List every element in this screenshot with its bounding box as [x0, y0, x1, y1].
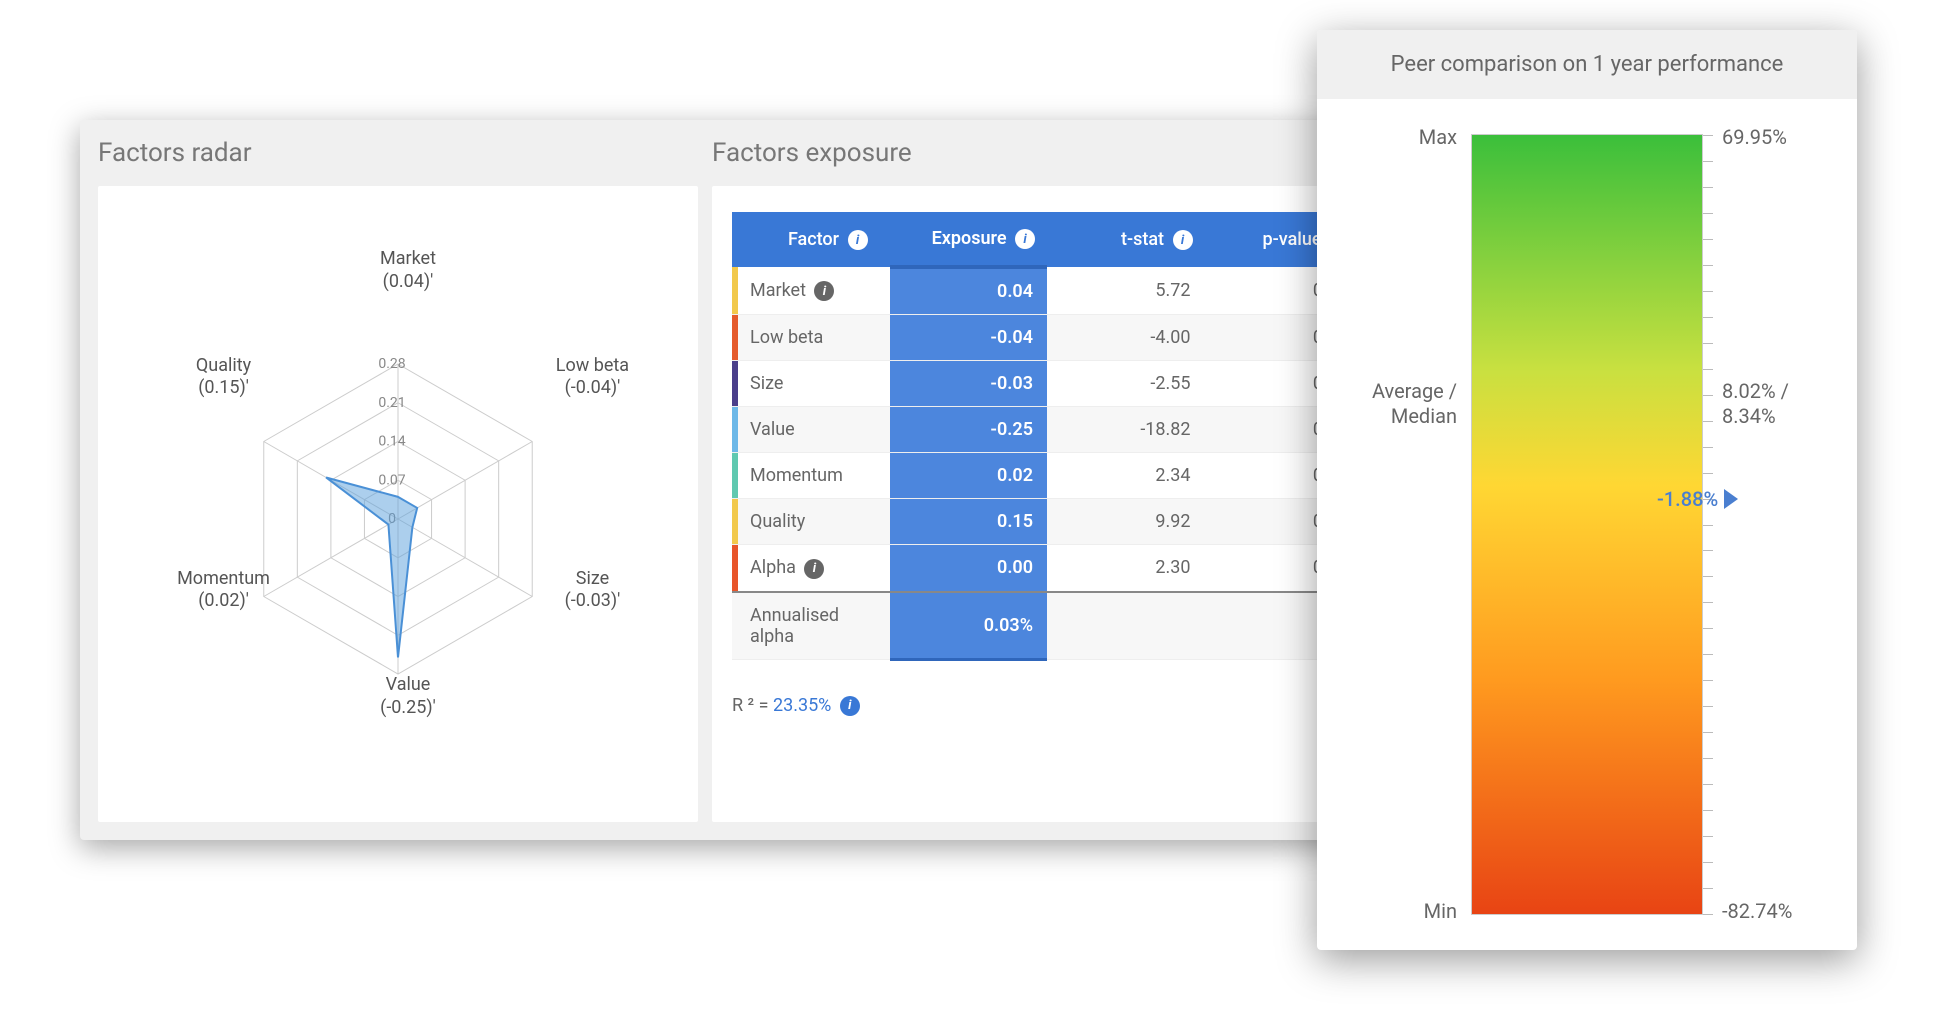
- r-squared-value: 23.35%: [773, 695, 831, 716]
- radar-axis-label: Value (-0.25)': [348, 674, 468, 719]
- radar-axis-label: Size (-0.03)': [532, 568, 652, 613]
- avg-median-value: 8.02% / 8.34%: [1722, 379, 1789, 429]
- indicator-value: -1.88%: [1657, 487, 1718, 511]
- svg-text:0.07: 0.07: [378, 472, 405, 488]
- cell-tstat: -18.82: [1047, 407, 1205, 453]
- cell-exposure: -0.25: [890, 407, 1048, 453]
- radar-axis-label: Momentum (0.02)': [164, 568, 284, 613]
- table-row: Value-0.25-18.820.00: [732, 407, 1362, 453]
- peer-body: Max 69.95% Average / Median 8.02% / 8.34…: [1317, 99, 1857, 950]
- cell-tstat: 2.34: [1047, 453, 1205, 499]
- factors-radar-card: 00.070.140.210.28 Market (0.04)'Low beta…: [98, 186, 698, 822]
- factors-exposure-title: Factors exposure: [712, 138, 1382, 168]
- cell-exposure: 0.04: [890, 267, 1048, 315]
- info-icon[interactable]: i: [1015, 229, 1035, 249]
- svg-text:0.28: 0.28: [378, 356, 405, 372]
- cell-tstat: 2.30: [1047, 545, 1205, 592]
- svg-text:0.14: 0.14: [378, 434, 405, 450]
- cell-tstat: 5.72: [1047, 267, 1205, 315]
- factors-exposure-column: Factors exposure Factor iExposure it-sta…: [712, 138, 1382, 822]
- info-icon[interactable]: i: [804, 559, 824, 579]
- max-label: Max: [1419, 125, 1457, 150]
- peer-comparison-panel: Peer comparison on 1 year performance Ma…: [1317, 30, 1857, 950]
- radar-axis-label: Market (0.04)': [348, 248, 468, 293]
- info-icon[interactable]: i: [848, 230, 868, 250]
- exposure-table: Factor iExposure it-stat ip-value i Mark…: [732, 212, 1362, 661]
- min-label: Min: [1424, 899, 1457, 924]
- gradient-bar: [1472, 135, 1702, 914]
- factor-name: Market i: [732, 267, 890, 315]
- r-squared-label: R ² =: [732, 695, 773, 716]
- info-icon[interactable]: i: [814, 281, 834, 301]
- table-row: Alpha i0.002.300.02: [732, 545, 1362, 592]
- radar-axis-label: Quality (0.15)': [164, 355, 284, 400]
- factors-radar-column: Factors radar 00.070.140.210.28 Market (…: [98, 138, 698, 822]
- cell-exposure: 0.02: [890, 453, 1048, 499]
- cell-tstat: 9.92: [1047, 499, 1205, 545]
- cell-exposure: 0.15: [890, 499, 1048, 545]
- cell-exposure: 0.00: [890, 545, 1048, 592]
- table-row: Quality0.159.920.00: [732, 499, 1362, 545]
- col-factor: Factor i: [732, 212, 890, 267]
- peer-title: Peer comparison on 1 year performance: [1317, 30, 1857, 99]
- factors-exposure-card: Factor iExposure it-stat ip-value i Mark…: [712, 186, 1382, 822]
- col-exposure: Exposure i: [890, 212, 1048, 267]
- factor-name: Momentum: [732, 453, 890, 499]
- r-squared-line: R ² = 23.35% i: [732, 695, 1362, 716]
- radar-axis-label: Low beta (-0.04)': [532, 355, 652, 400]
- table-row: Momentum0.022.340.02: [732, 453, 1362, 499]
- cell-exposure: -0.04: [890, 315, 1048, 361]
- main-panel: Factors radar 00.070.140.210.28 Market (…: [80, 120, 1400, 840]
- max-value: 69.95%: [1722, 125, 1787, 150]
- factor-name: Quality: [732, 499, 890, 545]
- table-row: Size-0.03-2.550.01: [732, 361, 1362, 407]
- factor-name: Low beta: [732, 315, 890, 361]
- cell-exposure: -0.03: [890, 361, 1048, 407]
- cell-tstat: -2.55: [1047, 361, 1205, 407]
- factor-name: Alpha i: [732, 545, 890, 592]
- table-row: Market i0.045.720.00: [732, 267, 1362, 315]
- performance-indicator: -1.88%: [1657, 487, 1738, 511]
- info-icon[interactable]: i: [840, 696, 860, 716]
- tick-rail: [1703, 135, 1717, 914]
- footer-label: Annualised alpha: [732, 592, 890, 660]
- triangle-right-icon: [1724, 489, 1738, 509]
- footer-value: 0.03%: [890, 592, 1048, 660]
- table-row: Low beta-0.04-4.000.00: [732, 315, 1362, 361]
- info-icon[interactable]: i: [1173, 230, 1193, 250]
- svg-text:0.21: 0.21: [378, 395, 405, 411]
- factor-name: Size: [732, 361, 890, 407]
- cell-tstat: -4.00: [1047, 315, 1205, 361]
- avg-median-label: Average / Median: [1372, 379, 1457, 429]
- factors-radar-title: Factors radar: [98, 138, 698, 168]
- factor-name: Value: [732, 407, 890, 453]
- col-t-stat: t-stat i: [1047, 212, 1205, 267]
- min-value: -82.74%: [1722, 899, 1792, 924]
